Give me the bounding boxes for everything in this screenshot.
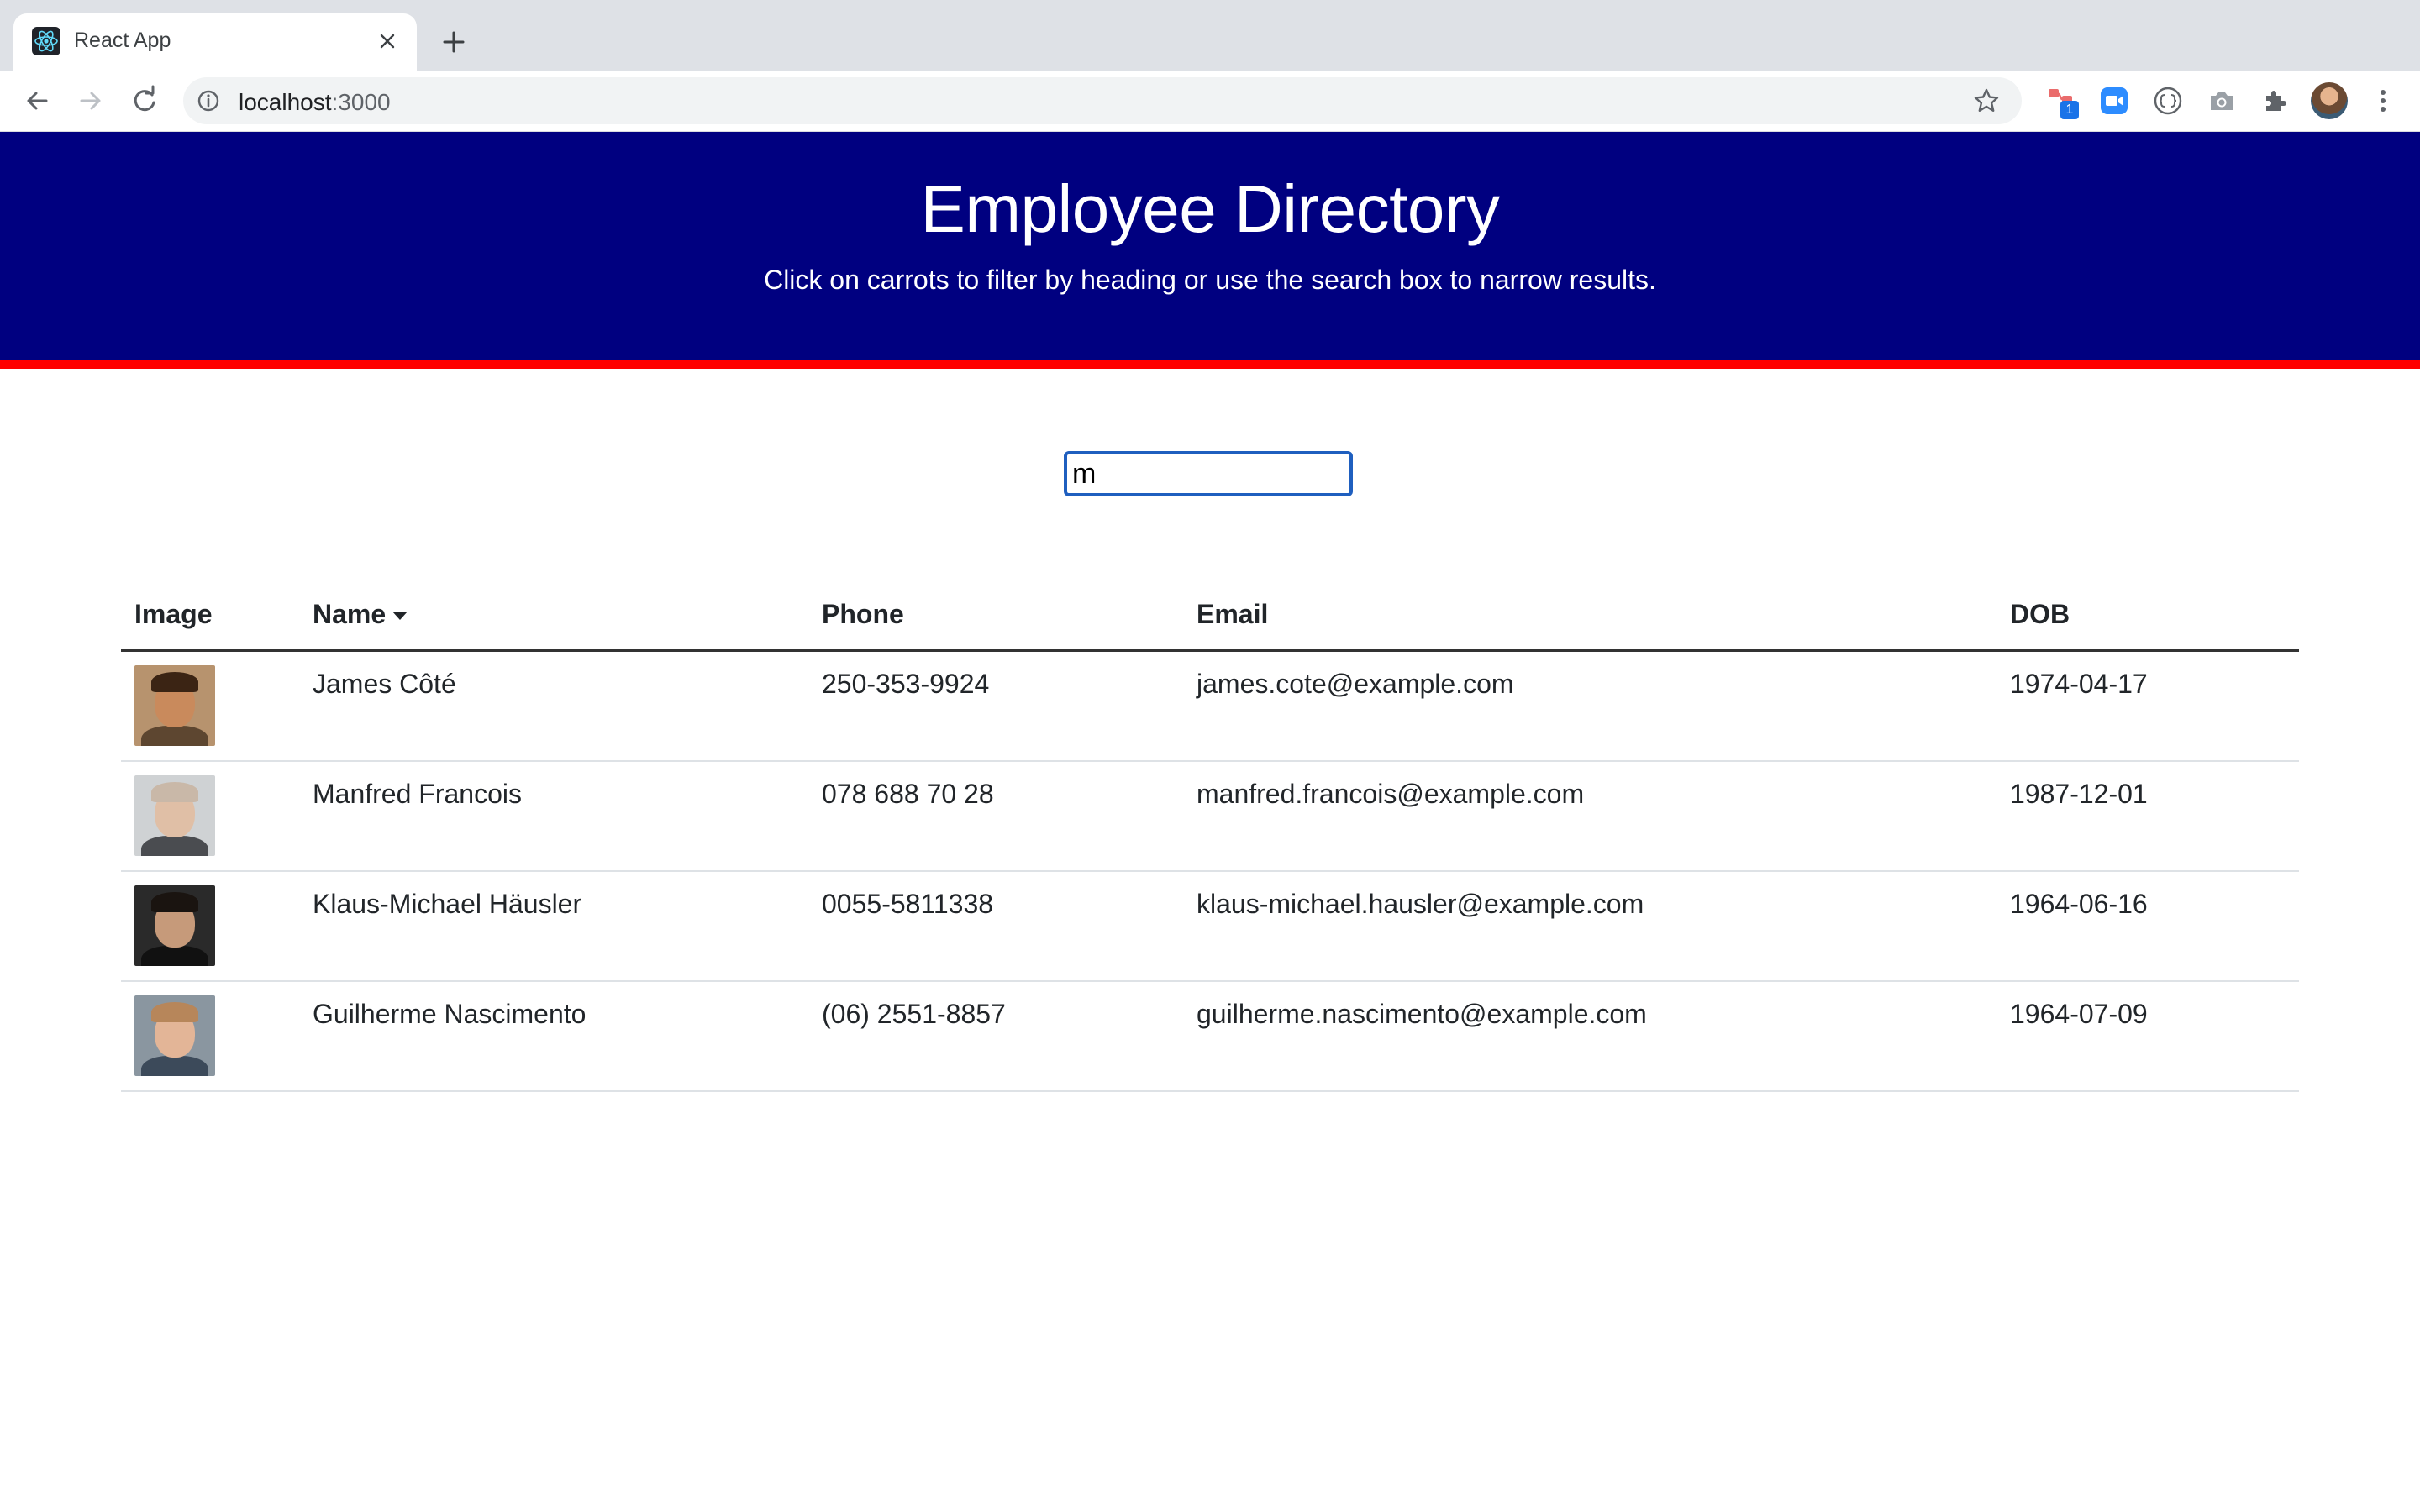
url-host: localhost — [239, 89, 332, 115]
cell-email: klaus-michael.hausler@example.com — [1183, 871, 1996, 982]
back-arrow-icon[interactable] — [18, 82, 55, 119]
cell-image — [121, 650, 299, 762]
employee-phone: 250-353-9924 — [822, 669, 990, 699]
employee-email: guilherme.nascimento@example.com — [1197, 999, 1647, 1029]
more-menu-icon[interactable] — [2366, 84, 2400, 118]
close-tab-icon[interactable] — [373, 27, 402, 55]
extension-badge: 1 — [2060, 101, 2079, 119]
table-row: Klaus-Michael Häusler 0055-5811338 klaus-m… — [121, 871, 2299, 982]
tab-strip: React App — [0, 0, 2420, 71]
cell-image — [121, 871, 299, 982]
employee-dob: 1987-12-01 — [2010, 779, 2148, 809]
bookmark-star-icon[interactable] — [1971, 86, 2002, 116]
employee-name: Klaus-Michael Häusler — [313, 889, 582, 919]
column-header-name[interactable]: Name — [299, 579, 808, 652]
cell-image — [121, 981, 299, 1092]
cell-dob: 1964-07-09 — [1996, 981, 2299, 1092]
table-row: James Côté 250-353-9924 james.cote@example… — [121, 650, 2299, 762]
extension-diagram-icon[interactable]: 1 — [2045, 84, 2079, 119]
page-viewport: Employee Directory Click on carrots to f… — [0, 132, 2420, 1512]
page-title: Employee Directory — [920, 171, 1500, 246]
employee-name: Guilherme Nascimento — [313, 999, 587, 1029]
reload-icon[interactable] — [126, 82, 163, 119]
cell-name: Manfred Francois — [299, 761, 808, 872]
employee-email: klaus-michael.hausler@example.com — [1197, 889, 1644, 919]
photo-shoulders — [141, 726, 208, 746]
column-header-dob: DOB — [1996, 579, 2299, 652]
photo-shoulders — [141, 946, 208, 966]
cell-phone: 078 688 70 28 — [808, 761, 1183, 872]
url-port: :3000 — [331, 89, 391, 115]
cell-email: guilherme.nascimento@example.com — [1183, 981, 1996, 1092]
employee-photo — [134, 665, 215, 746]
employee-phone: 078 688 70 28 — [822, 779, 994, 809]
search-input[interactable] — [1064, 451, 1353, 496]
cell-phone: (06) 2551-8857 — [808, 981, 1183, 1092]
table-body: James Côté 250-353-9924 james.cote@example… — [121, 650, 2299, 1092]
employee-name: James Côté — [313, 669, 456, 699]
employee-email: james.cote@example.com — [1197, 669, 1514, 699]
photo-hair — [151, 782, 198, 802]
site-info-icon[interactable] — [195, 87, 222, 114]
cell-phone: 250-353-9924 — [808, 650, 1183, 762]
photo-shoulders — [141, 1056, 208, 1076]
page-subtitle: Click on carrots to filter by heading or… — [764, 265, 1656, 295]
camera-icon[interactable] — [2205, 84, 2238, 118]
cell-name: James Côté — [299, 650, 808, 762]
photo-hair — [151, 672, 198, 692]
photo-hair — [151, 892, 198, 912]
cell-dob: 1987-12-01 — [1996, 761, 2299, 872]
cell-email: manfred.francois@example.com — [1183, 761, 1996, 872]
employee-photo — [134, 885, 215, 966]
cell-phone: 0055-5811338 — [808, 871, 1183, 982]
cell-name: Klaus-Michael Häusler — [299, 871, 808, 982]
cell-dob: 1964-06-16 — [1996, 871, 2299, 982]
address-bar[interactable]: localhost:3000 — [183, 77, 2022, 124]
employee-photo — [134, 995, 215, 1076]
forward-arrow-icon[interactable] — [72, 82, 109, 119]
new-tab-plus-icon[interactable] — [437, 25, 471, 59]
column-header-phone: Phone — [808, 579, 1183, 652]
zoom-video-icon[interactable] — [2097, 84, 2131, 118]
react-favicon-icon — [32, 27, 60, 55]
employee-photo — [134, 775, 215, 856]
column-header-image: Image — [121, 579, 299, 652]
profile-avatar[interactable] — [2311, 82, 2348, 119]
cell-email: james.cote@example.com — [1183, 650, 1996, 762]
table-header-row: Image Name Phone Email DOB — [121, 579, 2299, 652]
employee-phone: (06) 2551-8857 — [822, 999, 1006, 1029]
table-row: Guilherme Nascimento (06) 2551-8857 guilhe… — [121, 981, 2299, 1092]
photo-shoulders — [141, 836, 208, 856]
browser-window: React App localhost:3000 1 Employee Dire… — [0, 0, 2420, 1512]
employee-name: Manfred Francois — [313, 779, 522, 809]
employee-dob: 1964-07-09 — [2010, 999, 2148, 1029]
browser-toolbar: localhost:3000 1 — [0, 71, 2420, 132]
code-braces-extension-icon[interactable] — [2151, 84, 2185, 118]
browser-tab[interactable]: React App — [13, 13, 417, 71]
sort-caret-down-icon[interactable] — [392, 612, 408, 621]
url-text: localhost:3000 — [239, 89, 391, 116]
table-row: Manfred Francois 078 688 70 28 manfred.fra… — [121, 761, 2299, 872]
cell-dob: 1974-04-17 — [1996, 650, 2299, 762]
employee-dob: 1964-06-16 — [2010, 889, 2148, 919]
extensions-puzzle-icon[interactable] — [2259, 84, 2292, 118]
employee-phone: 0055-5811338 — [822, 889, 994, 919]
tab-title: React App — [74, 29, 171, 52]
cell-name: Guilherme Nascimento — [299, 981, 808, 1092]
column-header-name-label: Name — [313, 598, 387, 629]
employee-email: manfred.francois@example.com — [1197, 779, 1585, 809]
photo-hair — [151, 1002, 198, 1022]
employee-dob: 1974-04-17 — [2010, 669, 2148, 699]
employee-table: Image Name Phone Email DOB James Côté 250… — [121, 579, 2299, 1092]
page-header: Employee Directory Click on carrots to f… — [0, 132, 2420, 369]
cell-image — [121, 761, 299, 872]
column-header-email: Email — [1183, 579, 1996, 652]
